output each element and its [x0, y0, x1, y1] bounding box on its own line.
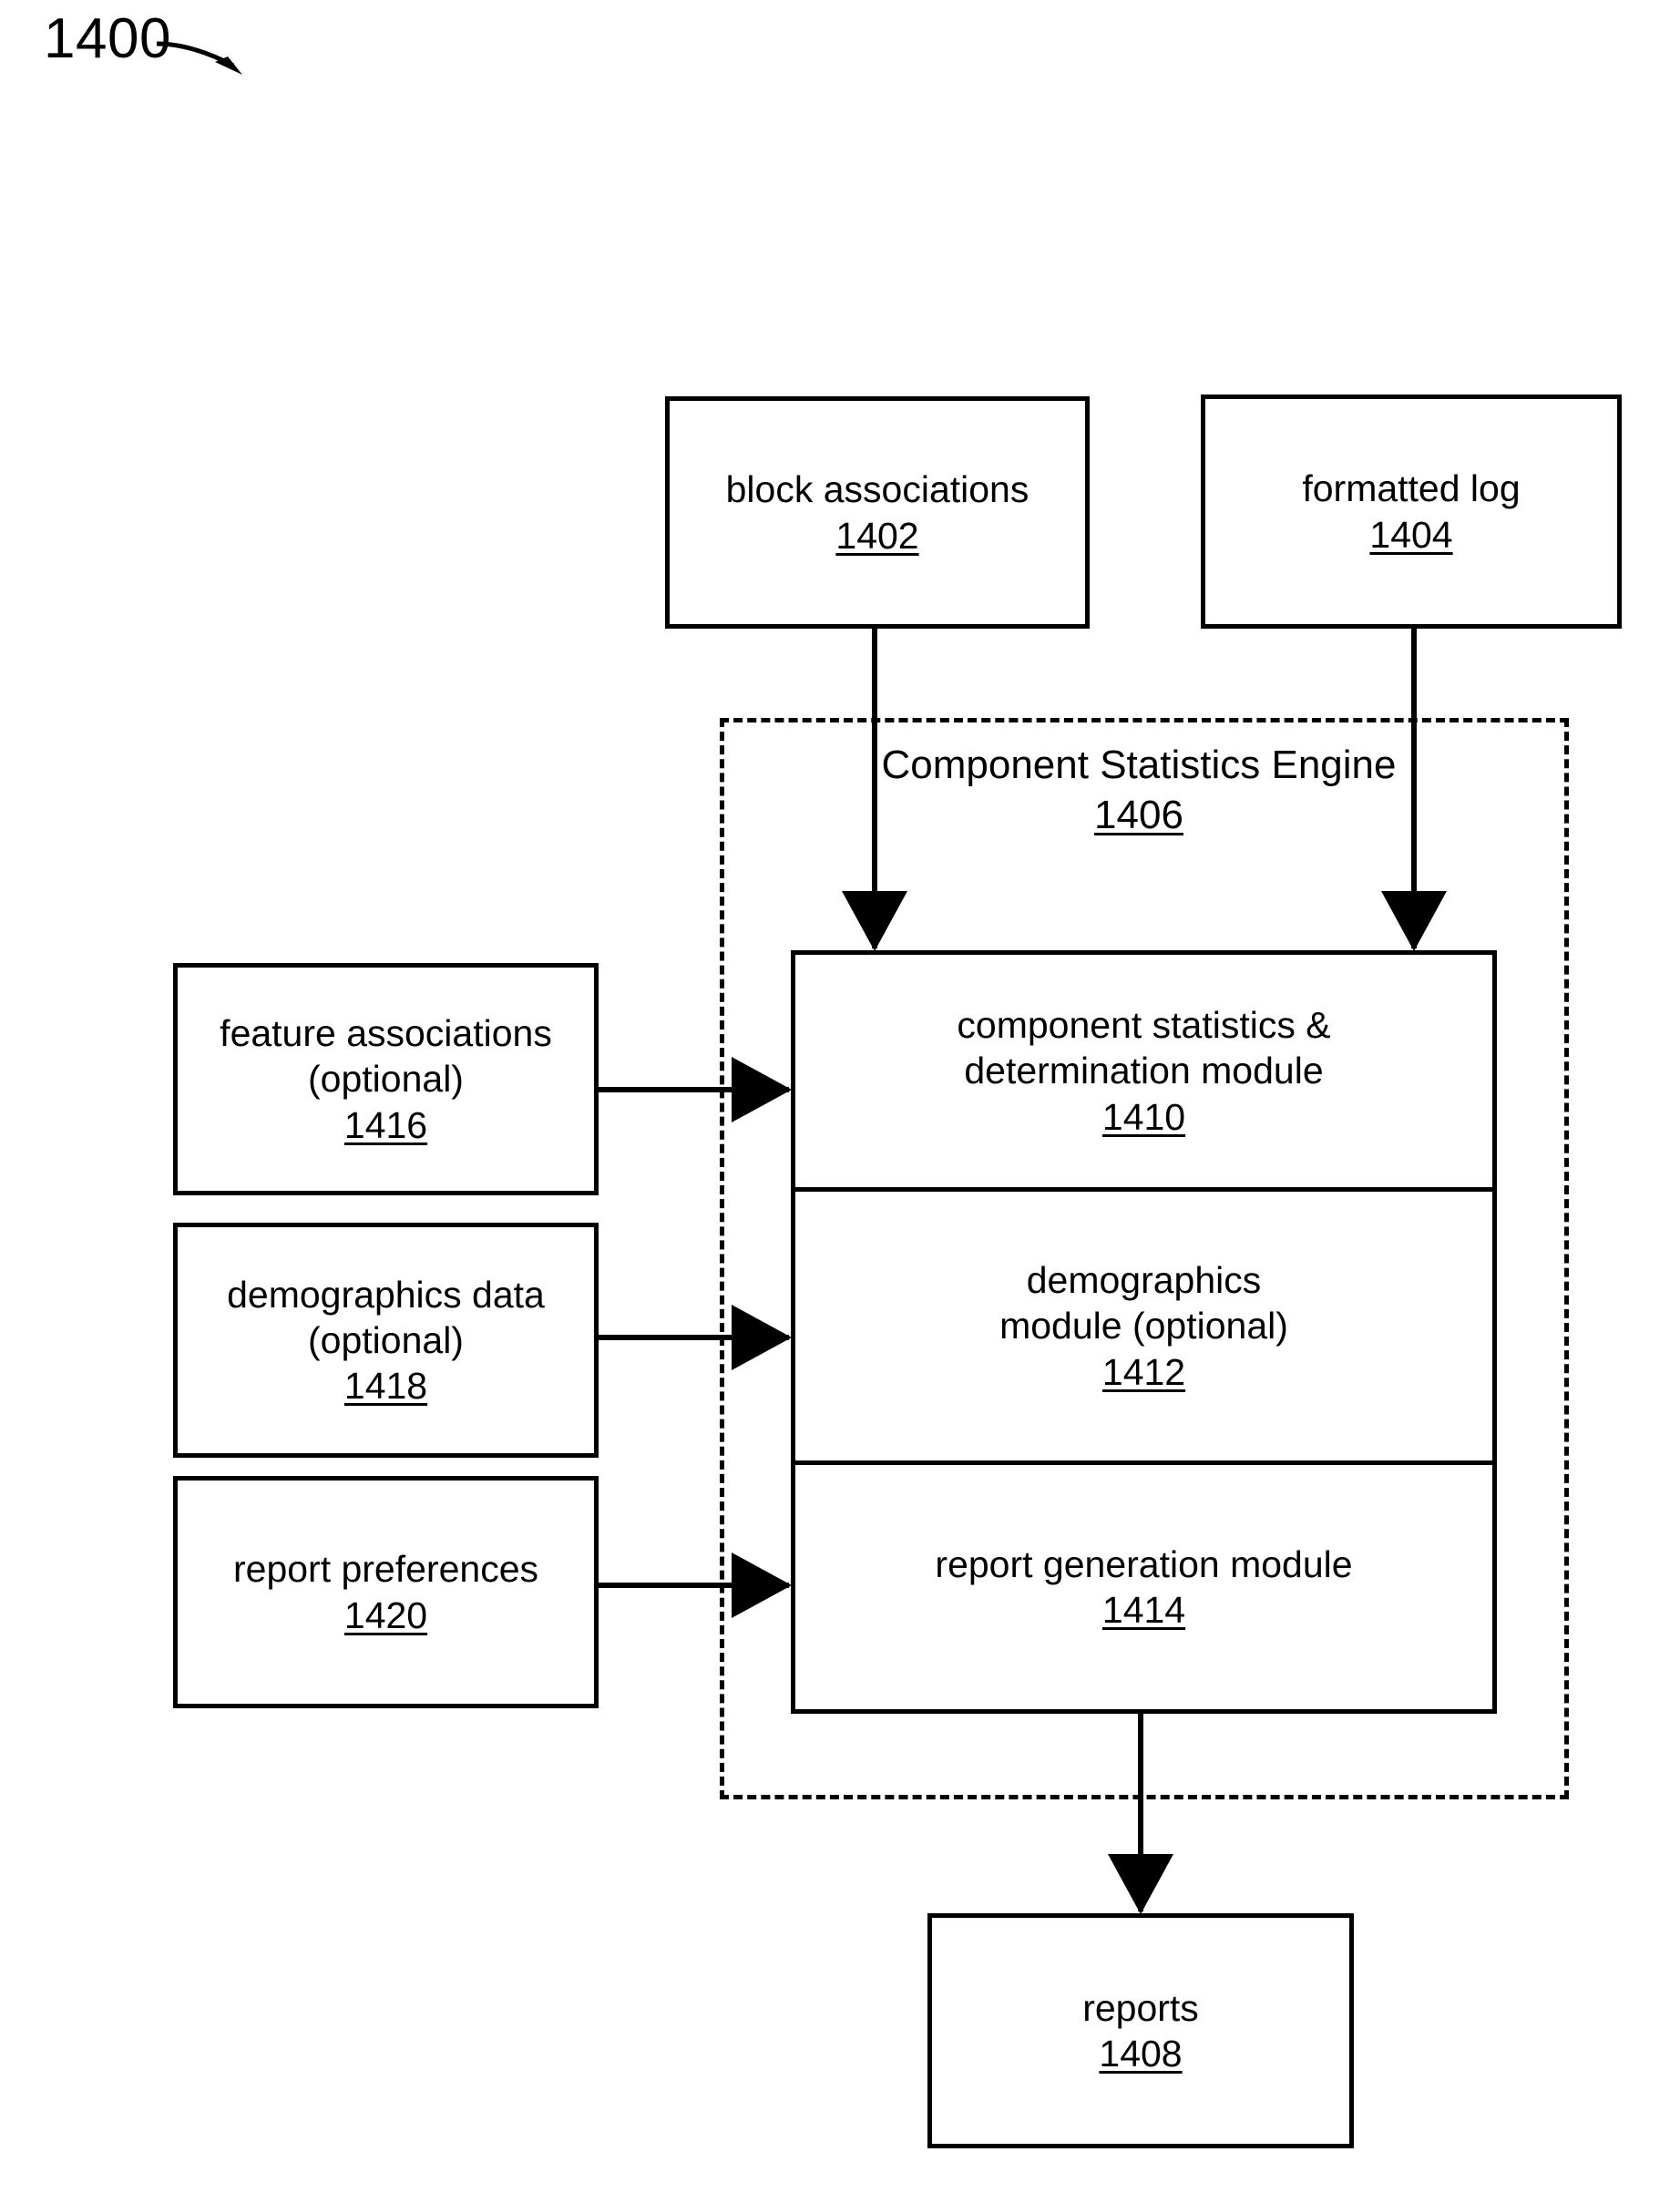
- engine-reference-number: 1406: [1094, 793, 1183, 838]
- module-report-generation[interactable]: report generation module 1414: [795, 1460, 1492, 1709]
- box-label: formatted log: [1302, 467, 1521, 510]
- module-label-line-1: report generation module: [935, 1542, 1353, 1585]
- box-label: reports: [1082, 1986, 1199, 2029]
- box-reference-number: 1408: [1099, 2033, 1183, 2075]
- box-reference-number: 1404: [1369, 513, 1453, 556]
- component-statistics-engine-title: Component Statistics Engine 1406: [866, 740, 1412, 841]
- module-label-line-1: demographics: [1026, 1259, 1262, 1302]
- engine-title-line-2: Engine: [1271, 743, 1397, 787]
- engine-title-line-1: Component Statistics: [881, 743, 1261, 787]
- box-block-associations[interactable]: block associations 1402: [665, 396, 1090, 629]
- curved-arrow-icon: [156, 41, 242, 75]
- box-feature-associations[interactable]: feature associations (optional) 1416: [173, 963, 599, 1195]
- box-demographics-data[interactable]: demographics data (optional) 1418: [173, 1223, 599, 1458]
- box-label: block associations: [725, 468, 1030, 511]
- patent-figure-1400: 1400 block associations 1402 formatted l…: [0, 0, 1680, 2203]
- engine-module-stack: component statistics & determination mod…: [791, 950, 1497, 1714]
- box-reference-number: 1418: [343, 1365, 428, 1407]
- module-demographics[interactable]: demographics module (optional) 1412: [795, 1187, 1492, 1460]
- module-label-line-1: component statistics &: [957, 1004, 1331, 1047]
- box-label: report preferences: [232, 1548, 538, 1591]
- box-sublabel: (optional): [308, 1058, 464, 1101]
- box-reports[interactable]: reports 1408: [927, 1913, 1354, 2148]
- module-reference-number: 1410: [1101, 1095, 1186, 1138]
- box-label: demographics data: [227, 1273, 545, 1316]
- figure-number: 1400: [44, 7, 171, 70]
- box-label: feature associations: [220, 1012, 552, 1055]
- box-reference-number: 1402: [835, 514, 919, 557]
- box-reference-number: 1416: [343, 1103, 428, 1146]
- module-label-line-2: determination module: [964, 1050, 1324, 1092]
- box-report-preferences[interactable]: report preferences 1420: [173, 1476, 599, 1708]
- box-sublabel: (optional): [308, 1318, 464, 1361]
- module-reference-number: 1412: [1101, 1350, 1186, 1393]
- module-label-line-2: module (optional): [999, 1305, 1288, 1347]
- module-component-statistics-determination[interactable]: component statistics & determination mod…: [795, 955, 1492, 1187]
- module-reference-number: 1414: [1101, 1589, 1186, 1631]
- box-formatted-log[interactable]: formatted log 1404: [1201, 394, 1622, 629]
- box-reference-number: 1420: [343, 1593, 428, 1636]
